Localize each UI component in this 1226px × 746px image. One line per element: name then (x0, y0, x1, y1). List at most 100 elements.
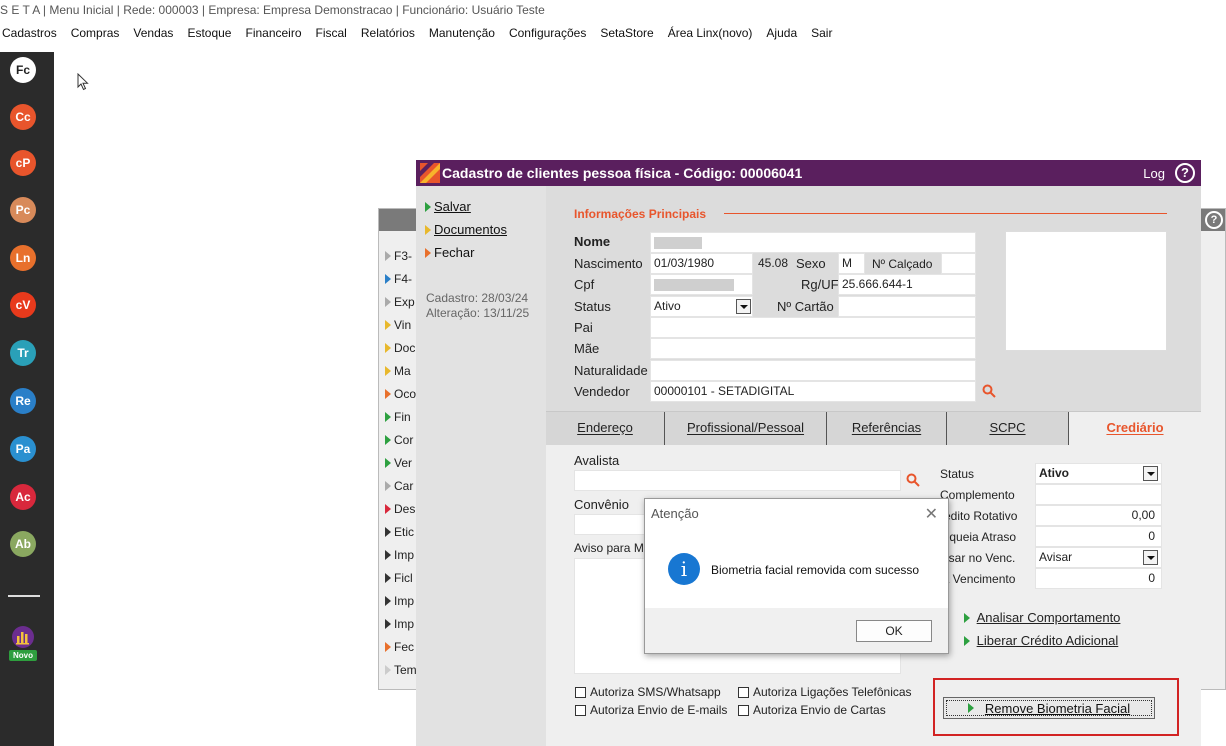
checkbox-box (738, 704, 749, 716)
background-list-item[interactable]: Imp (385, 548, 414, 562)
dia-vencimento-field[interactable]: 0 (1035, 568, 1162, 589)
background-list-item[interactable]: Doc (385, 341, 415, 355)
checkbox-box (575, 704, 586, 716)
play-icon (385, 550, 391, 560)
nome-field[interactable] (650, 232, 976, 253)
menu-estoque[interactable]: Estoque (180, 25, 238, 43)
rg-field[interactable]: 25.666.644-1 (838, 274, 976, 295)
play-icon (964, 636, 970, 646)
sidebar-shortcut-pa[interactable]: Pa (10, 436, 36, 462)
menu-cadastros[interactable]: Cadastros (0, 25, 64, 43)
chevron-down-icon[interactable] (1143, 466, 1158, 481)
background-list-item[interactable]: Etic (385, 525, 414, 539)
search-icon[interactable] (982, 384, 996, 398)
log-link[interactable]: Log (1143, 166, 1165, 181)
sidebar-shortcut-cc[interactable]: Cc (10, 104, 36, 130)
dialog-title: Cadastro de clientes pessoa física - Cód… (442, 165, 803, 181)
mae-field[interactable] (650, 338, 976, 359)
background-list-item[interactable]: F3- (385, 249, 412, 263)
documents-action[interactable]: Documentos (425, 222, 507, 237)
credito-rotativo-field[interactable]: 0,00 (1035, 505, 1162, 526)
bloqueia-atraso-field[interactable]: 0 (1035, 526, 1162, 547)
menu-manutencao[interactable]: Manutenção (422, 25, 502, 43)
ok-button[interactable]: OK (856, 620, 932, 642)
complemento-field[interactable] (1035, 484, 1162, 505)
calcado-label: Nº Calçado (872, 257, 933, 271)
menu-fiscal[interactable]: Fiscal (309, 25, 354, 43)
background-list-item[interactable]: Ma (385, 364, 411, 378)
action-panel: Salvar Documentos Fechar Cadastro: 28/03… (416, 186, 546, 746)
chevron-down-icon[interactable] (736, 299, 751, 314)
dia-vencimento-label: ia Vencimento (940, 572, 1016, 586)
background-list-item[interactable]: Des (385, 502, 415, 516)
nascimento-field[interactable]: 01/03/1980 (650, 253, 753, 274)
save-action[interactable]: Salvar (425, 199, 471, 214)
calcado-field[interactable] (941, 253, 976, 274)
tab-profissional[interactable]: Profissional/Pessoal (665, 412, 827, 445)
sidebar-shortcut-cv[interactable]: cV (10, 292, 36, 318)
menu-financeiro[interactable]: Financeiro (238, 25, 308, 43)
calls-checkbox[interactable]: Autoriza Ligações Telefônicas (738, 685, 912, 699)
menu-compras[interactable]: Compras (64, 25, 127, 43)
menu-vendas[interactable]: Vendas (126, 25, 180, 43)
background-list-item[interactable]: Fec (385, 640, 414, 654)
analisar-comportamento-link[interactable]: Analisar Comportamento (964, 610, 1120, 625)
liberar-credito-link[interactable]: Liberar Crédito Adicional (964, 633, 1118, 648)
modified-date: Alteração: 13/11/25 (426, 306, 530, 320)
pai-field[interactable] (650, 317, 976, 338)
background-list-item[interactable]: Cor (385, 433, 413, 447)
dialog-title-bar: Cadastro de clientes pessoa física - Cód… (416, 160, 1201, 186)
tab-crediario[interactable]: Crediário (1069, 412, 1201, 445)
naturalidade-field[interactable] (650, 360, 976, 381)
background-list-item[interactable]: Car (385, 479, 413, 493)
background-list-item[interactable]: Imp (385, 594, 414, 608)
vendedor-field[interactable]: 00000101 - SETADIGITAL (650, 381, 976, 402)
client-photo[interactable] (1005, 231, 1167, 351)
sidebar-shortcut-ab[interactable]: Ab (10, 531, 36, 557)
close-icon[interactable]: ✕ (925, 504, 938, 524)
close-action[interactable]: Fechar (425, 245, 474, 260)
sms-checkbox[interactable]: Autoriza SMS/Whatsapp (575, 685, 721, 699)
chevron-down-icon[interactable] (1143, 550, 1158, 565)
emails-checkbox[interactable]: Autoriza Envio de E-mails (575, 703, 727, 717)
remove-biometria-button[interactable]: Remove Biometria Facial (943, 697, 1155, 719)
menu-sair[interactable]: Sair (804, 25, 839, 43)
rg-label: Rg/UF (801, 277, 839, 292)
tab-scpc[interactable]: SCPC (947, 412, 1069, 445)
menu-area-linx[interactable]: Área Linx(novo) (661, 25, 760, 43)
menu-bar: Cadastros Compras Vendas Estoque Finance… (0, 25, 839, 43)
tab-endereco[interactable]: Endereço (546, 412, 665, 445)
menu-ajuda[interactable]: Ajuda (759, 25, 804, 43)
sidebar-shortcut-novo[interactable]: Novo (9, 624, 37, 664)
background-list-item[interactable]: Ver (385, 456, 412, 470)
cpf-field[interactable] (650, 274, 753, 295)
play-icon (385, 619, 391, 629)
sidebar-shortcut-fc[interactable]: Fc (10, 57, 36, 83)
sexo-field[interactable]: M (838, 253, 865, 274)
help-icon[interactable]: ? (1175, 163, 1195, 183)
menu-setastore[interactable]: SetaStore (593, 25, 660, 43)
background-list-item[interactable]: Oco (385, 387, 416, 401)
sidebar-shortcut-re[interactable]: Re (10, 388, 36, 414)
background-list-item[interactable]: Ficl (385, 571, 413, 585)
sidebar-shortcut-ac[interactable]: Ac (10, 484, 36, 510)
background-list-item[interactable]: Fin (385, 410, 411, 424)
search-icon[interactable] (906, 473, 920, 487)
sidebar-shortcut-tr[interactable]: Tr (10, 340, 36, 366)
cartao-field[interactable] (838, 296, 976, 317)
help-icon[interactable]: ? (1205, 211, 1223, 229)
background-list-item[interactable]: Exp (385, 295, 415, 309)
sidebar-shortcut-pc[interactable]: Pc (10, 197, 36, 223)
menu-relatorios[interactable]: Relatórios (354, 25, 422, 43)
background-list-item[interactable]: F4- (385, 272, 412, 286)
sidebar-shortcut-cp[interactable]: cP (10, 150, 36, 176)
background-list-item[interactable]: Imp (385, 617, 414, 631)
play-icon (425, 225, 431, 235)
sidebar-shortcut-ln[interactable]: Ln (10, 245, 36, 271)
background-list-item[interactable]: Vin (385, 318, 411, 332)
bar-chart-icon (12, 626, 34, 648)
tab-referencias[interactable]: Referências (827, 412, 947, 445)
avalista-field[interactable] (574, 470, 901, 491)
letters-checkbox[interactable]: Autoriza Envio de Cartas (738, 703, 886, 717)
menu-configuracoes[interactable]: Configurações (502, 25, 593, 43)
